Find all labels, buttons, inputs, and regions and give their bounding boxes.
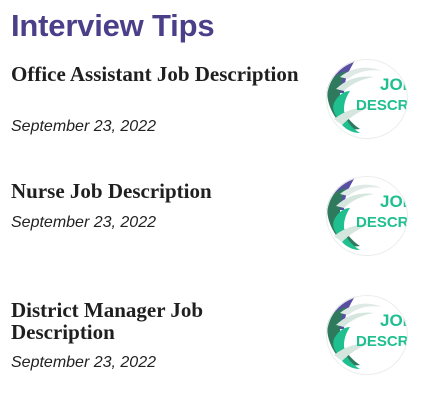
job-description-thumbnail-image: JOB DESCRIPTION	[326, 176, 408, 256]
article-thumbnail[interactable]: JOB DESCRIPTION	[326, 176, 408, 256]
thumbnail-description-text: DESCRIPTION	[356, 214, 408, 231]
interview-tips-widget: Interview Tips Office Assistant Job Desc…	[0, 0, 447, 412]
thumbnail-job-text: JOB	[380, 311, 408, 330]
article-date: September 23, 2022	[11, 118, 156, 135]
article-date: September 23, 2022	[11, 354, 156, 371]
thumbnail-job-text: JOB	[380, 192, 408, 211]
job-description-thumbnail-image: JOB DESCRIPTION	[326, 295, 408, 375]
article-title-link[interactable]: Nurse Job Description	[11, 180, 301, 202]
article-title-link[interactable]: District Manager Job Description	[11, 299, 301, 343]
article-date: September 23, 2022	[11, 214, 156, 231]
thumbnail-description-text: DESCRIPTION	[356, 333, 408, 350]
article-item-district-manager: District Manager Job Description Septemb…	[0, 0, 447, 375]
article-thumbnail[interactable]: JOB DESCRIPTION	[326, 295, 408, 375]
